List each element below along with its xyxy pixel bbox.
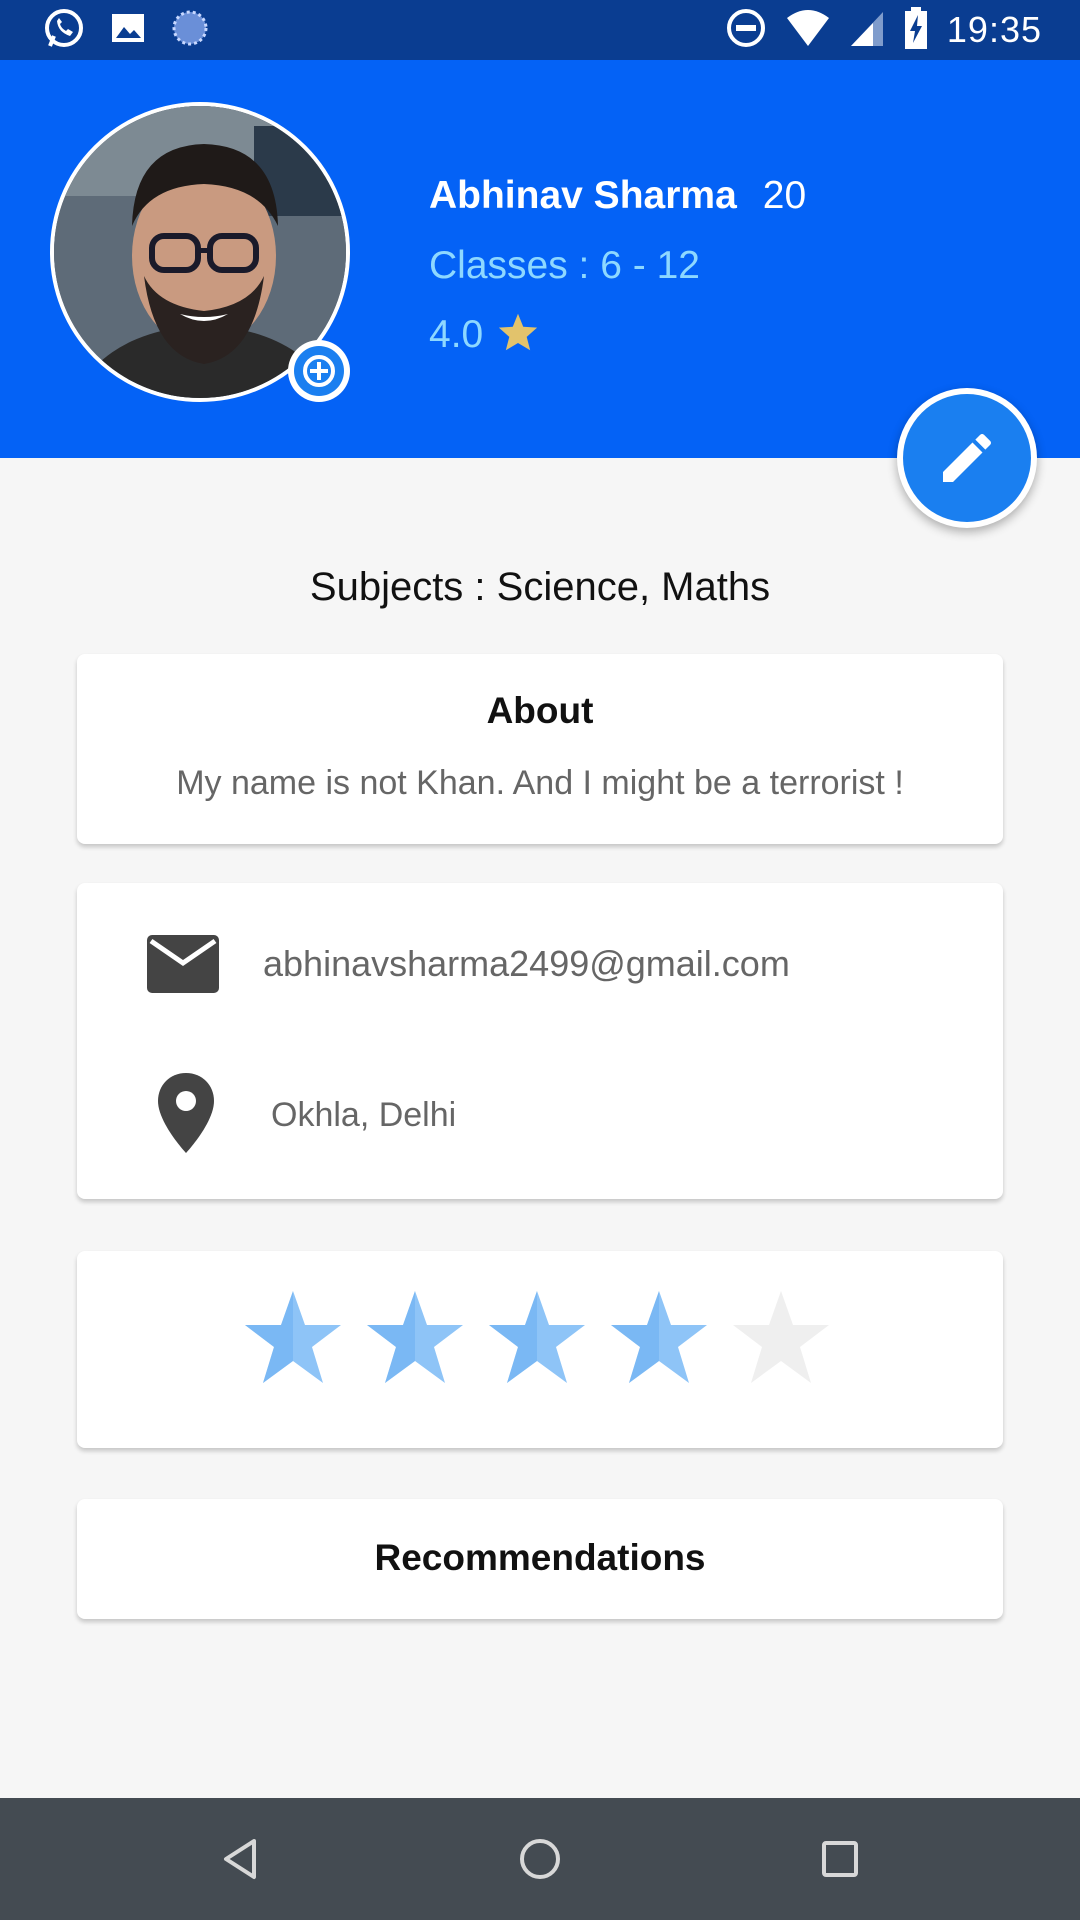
subjects-text: Subjects : Science, Maths xyxy=(309,565,771,609)
rating-star-4[interactable] xyxy=(609,1287,709,1387)
rating-card xyxy=(77,1251,1003,1448)
signal-icon xyxy=(849,8,885,53)
email-text[interactable]: abhinavsharma2499@gmail.com xyxy=(263,943,790,985)
edit-profile-button[interactable] xyxy=(897,388,1037,528)
add-photo-button[interactable] xyxy=(288,340,350,402)
status-bar: 19:35 xyxy=(0,0,1080,60)
back-icon[interactable] xyxy=(209,1828,271,1890)
profile-age: 20 xyxy=(762,174,807,217)
sync-icon xyxy=(170,8,210,53)
name-row: Abhinav Sharma 20 xyxy=(429,174,806,218)
location-pin-icon xyxy=(157,1073,215,1158)
rating-star-5[interactable] xyxy=(731,1287,831,1387)
profile-classes: Classes : 6 - 12 xyxy=(429,244,700,287)
battery-charging-icon xyxy=(903,6,929,54)
star-icon xyxy=(497,312,539,357)
pencil-icon xyxy=(903,394,1031,522)
recommendations-card[interactable]: Recommendations xyxy=(77,1499,1003,1619)
profile-photo[interactable] xyxy=(50,102,350,402)
recommendations-title: Recommendations xyxy=(374,1537,706,1578)
location-text: Okhla, Delhi xyxy=(271,1096,457,1134)
rating-star-3[interactable] xyxy=(487,1287,587,1387)
contact-card: abhinavsharma2499@gmail.com Okhla, Delhi xyxy=(77,883,1003,1199)
profile-rating: 4.0 xyxy=(429,312,539,357)
rating-star-1[interactable] xyxy=(243,1287,343,1387)
home-icon[interactable] xyxy=(509,1828,571,1890)
rating-star-2[interactable] xyxy=(365,1287,465,1387)
mail-icon xyxy=(147,935,219,998)
rating-value: 4.0 xyxy=(429,312,484,356)
plus-circle-icon xyxy=(294,346,344,396)
image-icon xyxy=(108,8,148,53)
about-title: About xyxy=(486,690,594,731)
recents-icon[interactable] xyxy=(809,1828,871,1890)
wifi-icon xyxy=(785,8,831,53)
about-text: My name is not Khan. And I might be a te… xyxy=(176,764,904,802)
dnd-icon xyxy=(725,7,767,54)
whatsapp-icon xyxy=(42,6,86,55)
profile-name: Abhinav Sharma xyxy=(429,174,737,217)
clock: 19:35 xyxy=(946,9,1042,50)
rating-stars[interactable] xyxy=(243,1287,831,1387)
about-card: About My name is not Khan. And I might b… xyxy=(77,654,1003,844)
navigation-bar xyxy=(0,1798,1080,1920)
